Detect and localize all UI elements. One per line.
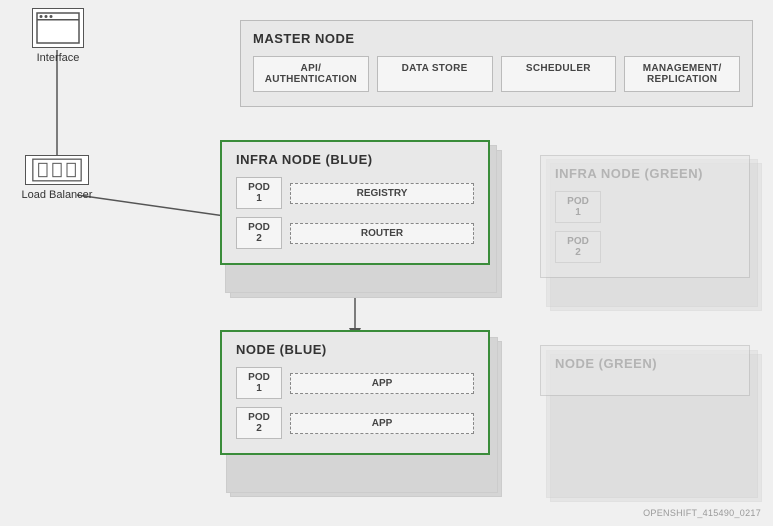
infra-green-pod1-label: POD 1 bbox=[555, 191, 601, 223]
infra-blue-router: ROUTER bbox=[290, 223, 474, 244]
infra-blue-pod-row-1: POD 1 REGISTRY bbox=[236, 177, 474, 209]
service-mgmt-replication: MANAGEMENT/REPLICATION bbox=[624, 56, 740, 92]
interface-component: Interface bbox=[18, 8, 98, 64]
infra-blue-pod1-label: POD 1 bbox=[236, 177, 282, 209]
service-scheduler: SCHEDULER bbox=[501, 56, 617, 92]
load-balancer-icon bbox=[25, 155, 89, 185]
infra-node-green: INFRA NODE (GREEN) POD 1 POD 2 bbox=[540, 155, 750, 278]
diagram-container: Interface Load Balancer MASTER NODE API/… bbox=[0, 0, 773, 526]
infra-blue-registry: REGISTRY bbox=[290, 183, 474, 204]
interface-label: Interface bbox=[37, 52, 80, 64]
master-node-services: API/AUTHENTICATION DATA STORE SCHEDULER … bbox=[253, 56, 740, 92]
load-balancer-component: Load Balancer bbox=[12, 155, 102, 201]
node-blue-app2: APP bbox=[290, 413, 474, 434]
master-node-title: MASTER NODE bbox=[253, 31, 740, 46]
watermark: OPENSHIFT_415490_0217 bbox=[643, 508, 761, 518]
infra-node-blue: INFRA NODE (BLUE) POD 1 REGISTRY POD 2 R… bbox=[220, 140, 490, 265]
node-green-title: NODE (GREEN) bbox=[555, 356, 735, 371]
node-blue-pod1-label: POD 1 bbox=[236, 367, 282, 399]
node-blue: NODE (BLUE) POD 1 APP POD 2 APP bbox=[220, 330, 490, 455]
infra-blue-pod2-label: POD 2 bbox=[236, 217, 282, 249]
infra-node-green-title: INFRA NODE (GREEN) bbox=[555, 166, 735, 181]
node-blue-title: NODE (BLUE) bbox=[236, 342, 474, 357]
master-node: MASTER NODE API/AUTHENTICATION DATA STOR… bbox=[240, 20, 753, 107]
interface-icon bbox=[32, 8, 84, 48]
infra-green-pod2-label: POD 2 bbox=[555, 231, 601, 263]
node-blue-pod2-label: POD 2 bbox=[236, 407, 282, 439]
infra-green-pod-row-2: POD 2 bbox=[555, 231, 735, 263]
load-balancer-label: Load Balancer bbox=[22, 189, 93, 201]
infra-green-pod-row-1: POD 1 bbox=[555, 191, 735, 223]
infra-node-blue-title: INFRA NODE (BLUE) bbox=[236, 152, 474, 167]
service-api-auth: API/AUTHENTICATION bbox=[253, 56, 369, 92]
service-data-store: DATA STORE bbox=[377, 56, 493, 92]
infra-blue-pod-row-2: POD 2 ROUTER bbox=[236, 217, 474, 249]
node-blue-pod-row-2: POD 2 APP bbox=[236, 407, 474, 439]
node-green: NODE (GREEN) bbox=[540, 345, 750, 396]
node-blue-pod-row-1: POD 1 APP bbox=[236, 367, 474, 399]
node-blue-app1: APP bbox=[290, 373, 474, 394]
